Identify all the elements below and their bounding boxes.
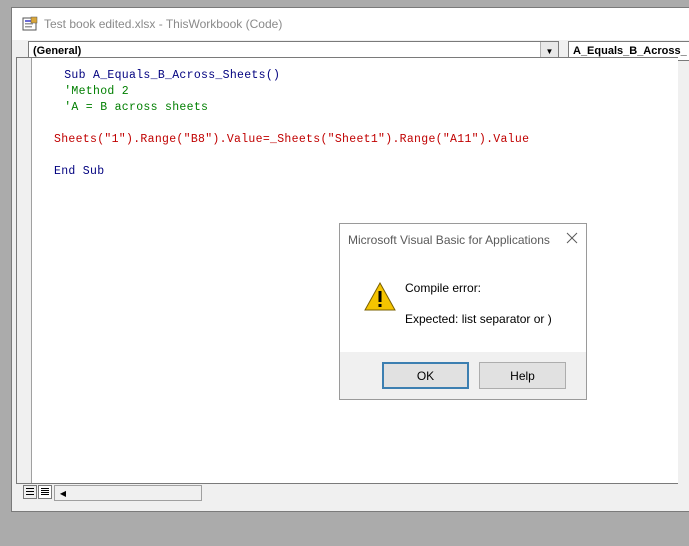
code-line-end-sub[interactable]: End Sub <box>54 165 104 178</box>
vba-module-icon <box>22 16 38 32</box>
code-line-error[interactable]: Sheets("1").Range("B8").Value=_Sheets("S… <box>54 133 529 146</box>
code-line-comment-1[interactable]: 'Method 2 <box>57 85 129 98</box>
help-button[interactable]: Help <box>479 362 566 389</box>
scroll-left-arrow-icon[interactable]: ◀ <box>55 486 71 500</box>
ok-button[interactable]: OK <box>382 362 469 389</box>
dialog-body: Microsoft Visual Basic for Applications … <box>340 224 586 352</box>
object-combo-value: (General) <box>33 45 82 57</box>
procedure-combo-value: A_Equals_B_Across_ <box>573 45 687 57</box>
horizontal-scrollbar[interactable]: ◀ <box>54 485 202 501</box>
procedure-view-icon[interactable] <box>23 485 37 499</box>
compile-error-dialog: Microsoft Visual Basic for Applications … <box>339 223 587 400</box>
dialog-title: Microsoft Visual Basic for Applications <box>348 233 550 247</box>
error-message-detail: Expected: list separator or ) <box>405 312 552 326</box>
window-title: Test book edited.xlsx - ThisWorkbook (Co… <box>44 17 283 31</box>
full-module-view-icon[interactable] <box>38 485 52 499</box>
title-bar: Test book edited.xlsx - ThisWorkbook (Co… <box>12 8 689 40</box>
editor-status-bar: ◀ <box>16 485 678 501</box>
error-message-title: Compile error: <box>405 281 482 295</box>
code-line-comment-2[interactable]: 'A = B across sheets <box>57 101 208 114</box>
close-icon[interactable] <box>564 230 580 246</box>
warning-icon <box>364 281 396 312</box>
code-line-sub[interactable]: Sub A_Equals_B_Across_Sheets() <box>57 69 280 82</box>
